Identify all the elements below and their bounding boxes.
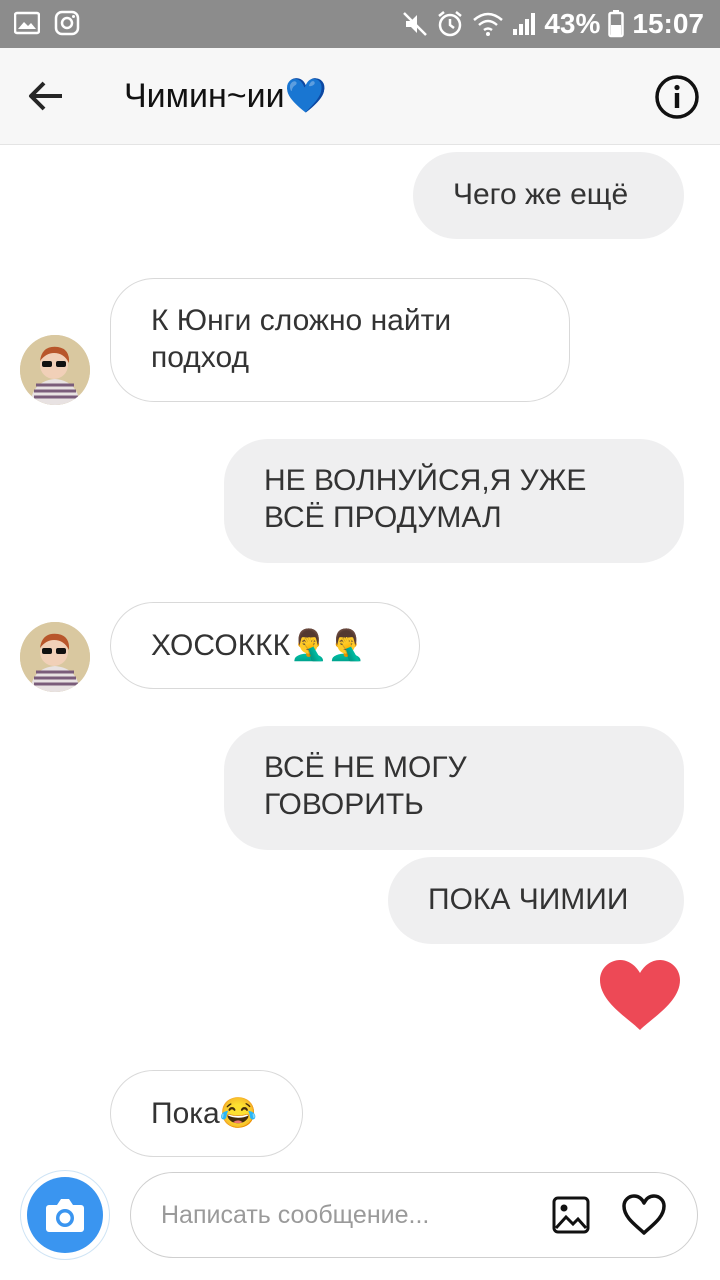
status-bar: 43% 15:07 <box>0 0 720 48</box>
like-icon[interactable] <box>621 1193 667 1237</box>
message-text: Чего же ещё <box>453 178 629 211</box>
message-bubble-outgoing[interactable]: НЕ ВОЛНУЙСЯ,Я УЖЕ ВСЁ ПРОДУМАЛ <box>224 439 684 563</box>
camera-button-fill <box>27 1177 103 1253</box>
message-text-line-1: К Юнги сложно найти <box>151 304 452 337</box>
chat-title[interactable]: Чимин~ии💙 <box>124 76 327 116</box>
clock: 15:07 <box>632 8 704 39</box>
battery-level: 43% <box>544 8 601 39</box>
avatar[interactable] <box>20 622 90 692</box>
info-icon[interactable] <box>654 74 700 120</box>
camera-icon <box>46 1199 84 1232</box>
message-text-line-1: НЕ ВОЛНУЙСЯ,Я УЖЕ <box>264 464 587 497</box>
back-arrow-icon[interactable] <box>26 76 66 116</box>
message-bubble-outgoing[interactable]: ПОКА ЧИМИИ <box>388 857 684 944</box>
message-text-line-2: подход <box>151 341 249 374</box>
message-input-placeholder: Написать сообщение... <box>161 1201 430 1229</box>
avatar[interactable] <box>20 335 90 405</box>
image-icon[interactable] <box>551 1195 591 1235</box>
message-input[interactable]: Написать сообщение... <box>130 1172 698 1258</box>
message-bubble-incoming[interactable]: Пока😂 <box>110 1070 303 1157</box>
message-bubble-outgoing[interactable]: ВСЁ НЕ МОГУ ГОВОРИТЬ <box>224 726 684 850</box>
message-text: ПОКА ЧИМИИ <box>428 883 629 916</box>
message-text-line-2: ГОВОРИТЬ <box>264 788 424 821</box>
alarm-icon <box>438 11 463 37</box>
battery-icon <box>608 10 625 38</box>
message-text-line-2: ВСЁ ПРОДУМАЛ <box>264 501 502 534</box>
message-bubble-incoming[interactable]: ХОСОККК🤦‍♂️🤦‍♂️ <box>110 602 420 689</box>
message-text: ХОСОККК🤦‍♂️🤦‍♂️ <box>151 629 365 662</box>
instagram-icon <box>54 10 80 36</box>
gallery-icon <box>14 11 40 35</box>
mute-icon <box>403 12 428 36</box>
message-text: Пока😂 <box>151 1097 258 1130</box>
heart-icon[interactable] <box>598 958 682 1032</box>
message-bubble-outgoing[interactable]: Чего же ещё <box>413 152 684 239</box>
chat-header: Чимин~ии💙 <box>0 48 720 145</box>
avatar-photo <box>20 335 90 405</box>
signal-icon <box>513 13 536 35</box>
message-composer: Написать сообщение... <box>0 1160 720 1280</box>
wifi-icon <box>473 12 504 36</box>
camera-button[interactable] <box>20 1170 110 1260</box>
message-text-line-1: ВСЁ НЕ МОГУ <box>264 751 467 784</box>
avatar-photo <box>20 622 90 692</box>
message-bubble-incoming[interactable]: К Юнги сложно найти подход <box>110 278 570 402</box>
